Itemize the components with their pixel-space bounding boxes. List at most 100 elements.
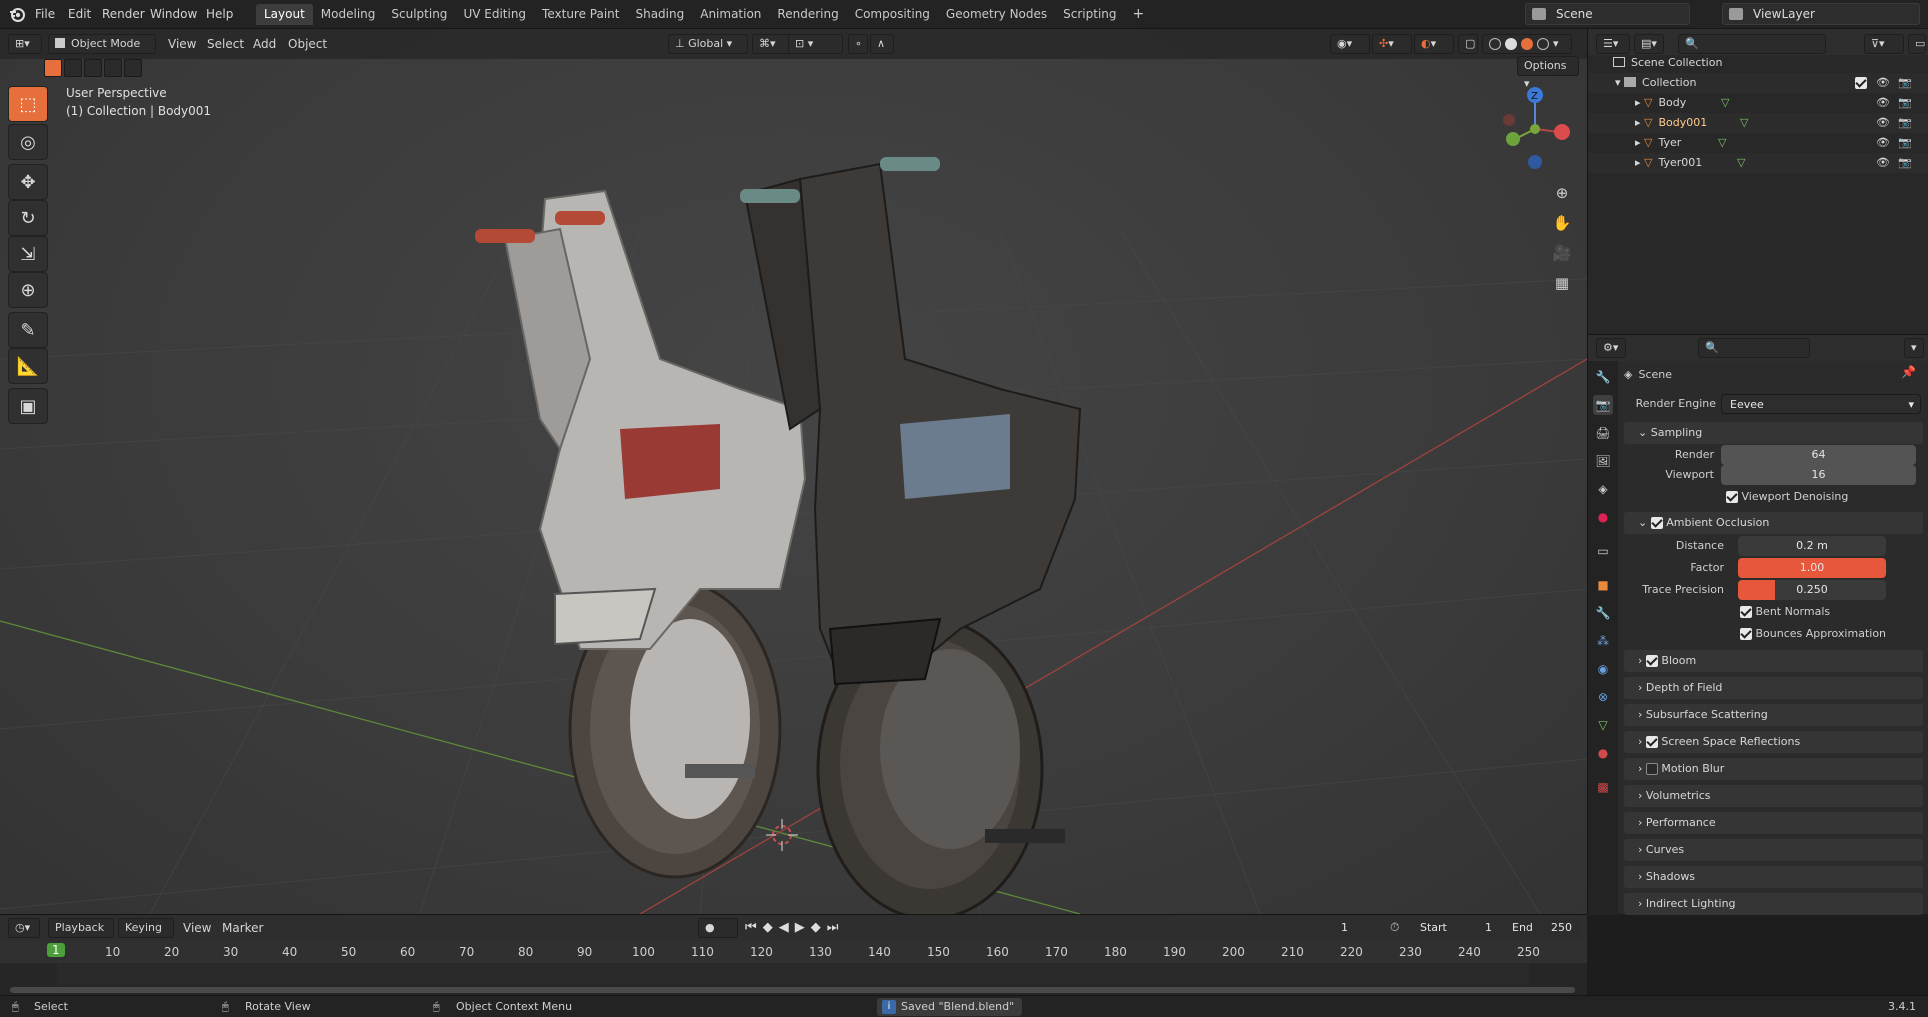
tab-compositing[interactable]: Compositing <box>847 4 938 25</box>
options-button[interactable]: Options ▾ <box>1517 56 1579 90</box>
shadows-panel-header[interactable]: › Shadows <box>1624 866 1923 888</box>
scale-tool-icon[interactable]: ⇲ <box>8 236 48 272</box>
tab-layout[interactable]: Layout <box>256 4 313 25</box>
material-tab-icon[interactable]: ● <box>1593 743 1613 763</box>
frame-ruler[interactable]: 1 10 20 30 40 50 60 70 80 90 100 110 120… <box>0 941 1587 963</box>
volumetrics-panel-header[interactable]: › Volumetrics <box>1624 785 1923 807</box>
indirect-lighting-panel-header[interactable]: › Indirect Lighting <box>1624 893 1923 915</box>
render-camera-icon[interactable]: 📷 <box>1898 93 1912 113</box>
viewport-menu-add[interactable]: Add <box>253 34 276 54</box>
motion-blur-checkbox[interactable] <box>1645 763 1658 775</box>
exclude-checkbox[interactable] <box>1855 77 1867 89</box>
render-camera-icon[interactable]: 📷 <box>1898 113 1912 133</box>
outliner-editor-type-icon[interactable]: ☰▾ <box>1596 34 1630 54</box>
viewport-menu-select[interactable]: Select <box>207 34 244 54</box>
tab-rendering[interactable]: Rendering <box>769 4 846 25</box>
bloom-panel-header[interactable]: › Bloom <box>1624 650 1923 672</box>
timeline-menu-view[interactable]: View <box>183 918 211 938</box>
current-frame-field[interactable]: 1 <box>1307 918 1382 938</box>
outliner-item-tyer001[interactable]: ▸ ▽ Tyer001 ▽ 👁 📷 <box>1588 153 1928 173</box>
properties-options-icon[interactable]: ▾ <box>1904 338 1924 358</box>
measure-tool-icon[interactable]: 📐 <box>8 348 48 384</box>
new-collection-icon[interactable]: ▭ <box>1908 34 1926 54</box>
jump-start-icon[interactable]: ⏮ <box>745 920 757 935</box>
tab-uv-editing[interactable]: UV Editing <box>455 4 534 25</box>
transform-tool-icon[interactable]: ⊕ <box>8 272 48 308</box>
scene-tab-icon[interactable]: ◈ <box>1593 479 1613 499</box>
visibility-eye-icon[interactable]: 👁 <box>1876 153 1890 173</box>
transform-orientation[interactable]: ⊥ Global ▾ <box>668 34 748 54</box>
outliner-item-body[interactable]: ▸ ▽ Body ▽ 👁 📷 <box>1588 93 1928 113</box>
start-frame-field[interactable]: Start 1 <box>1410 918 1500 938</box>
ao-trace-precision-field[interactable]: 0.250 <box>1738 580 1886 600</box>
subsurface-scattering-panel-header[interactable]: › Subsurface Scattering <box>1624 704 1923 726</box>
viewport-menu-view[interactable]: View <box>168 34 196 54</box>
select-new-icon[interactable] <box>44 59 62 77</box>
menu-help[interactable]: Help <box>206 0 233 29</box>
bent-normals-checkbox[interactable]: Bent Normals <box>1740 602 1830 622</box>
view-layer-selector[interactable]: ViewLayer <box>1722 3 1920 25</box>
render-engine-dropdown[interactable]: Eevee ▾ <box>1721 394 1921 414</box>
bounces-approximation-checkbox[interactable]: Bounces Approximation <box>1740 624 1886 644</box>
sampling-panel-header[interactable]: ⌄ Sampling <box>1624 422 1923 444</box>
timeline-menu-marker[interactable]: Marker <box>222 918 263 938</box>
overlays-toggle-icon[interactable]: ◐▾ <box>1414 34 1454 54</box>
play-icon[interactable]: ▶ <box>795 920 805 935</box>
blender-logo-icon[interactable] <box>8 5 26 23</box>
stopwatch-icon[interactable]: ⏱ <box>1390 920 1399 935</box>
cursor-tool-icon[interactable]: ◎ <box>8 124 48 160</box>
menu-render[interactable]: Render <box>102 0 145 29</box>
physics-tab-icon[interactable]: ◉ <box>1593 659 1613 679</box>
pin-icon[interactable]: 📌 <box>1901 365 1916 379</box>
screen-space-reflections-panel-header[interactable]: › Screen Space Reflections <box>1624 731 1923 753</box>
bloom-checkbox[interactable] <box>1645 655 1658 667</box>
object-tab-icon[interactable]: ■ <box>1593 575 1613 595</box>
select-box-tool-icon[interactable]: ⬚ <box>8 86 48 122</box>
viewport-menu-object[interactable]: Object <box>288 34 327 54</box>
outliner-item-tyer[interactable]: ▸ ▽ Tyer ▽ 👁 📷 <box>1588 133 1928 153</box>
navigation-gizmo[interactable]: Z <box>1495 84 1575 174</box>
add-workspace-icon[interactable]: + <box>1125 4 1153 25</box>
render-camera-icon[interactable]: 📷 <box>1898 73 1912 93</box>
rotate-tool-icon[interactable]: ↻ <box>8 200 48 236</box>
mesh-data-tab-icon[interactable]: ▽ <box>1593 715 1613 735</box>
gizmo-toggle-icon[interactable]: ✣▾ <box>1372 34 1412 54</box>
ao-factor-field[interactable]: 1.00 <box>1738 558 1886 578</box>
display-mode-icon[interactable]: ▤▾ <box>1634 34 1664 54</box>
timeline-body[interactable] <box>0 963 1587 996</box>
falloff-icon[interactable]: ∧ <box>870 34 894 54</box>
timeline-scrollbar[interactable] <box>10 987 1575 993</box>
xray-toggle-icon[interactable]: ▢ <box>1458 34 1478 54</box>
annotate-tool-icon[interactable]: ✎ <box>8 312 48 348</box>
ambient-occlusion-panel-header[interactable]: ⌄ Ambient Occlusion <box>1624 512 1923 534</box>
jump-end-icon[interactable]: ⏭ <box>827 920 839 935</box>
visibility-eye-icon[interactable]: 👁 <box>1876 73 1890 93</box>
select-subtract-icon[interactable] <box>84 59 102 77</box>
editor-type-icon[interactable]: ⊞▾ <box>8 34 42 54</box>
visibility-icon[interactable]: ◉▾ <box>1330 34 1370 54</box>
render-camera-icon[interactable]: 📷 <box>1898 153 1912 173</box>
outliner-collection[interactable]: ▾ Collection 👁 📷 <box>1588 73 1928 93</box>
tab-animation[interactable]: Animation <box>692 4 769 25</box>
select-intersect-icon[interactable] <box>124 59 142 77</box>
tab-scripting[interactable]: Scripting <box>1055 4 1124 25</box>
motion-blur-panel-header[interactable]: › Motion Blur <box>1624 758 1923 780</box>
filter-icon[interactable]: ⊽▾ <box>1864 34 1904 54</box>
tab-shading[interactable]: Shading <box>627 4 692 25</box>
render-camera-icon[interactable]: 📷 <box>1898 133 1912 153</box>
playback-menu[interactable]: Playback ▾ <box>48 918 114 952</box>
texture-tab-icon[interactable]: ▩ <box>1593 777 1613 797</box>
pivot-point-icon[interactable]: ⌘▾ <box>752 34 792 54</box>
constraints-tab-icon[interactable]: ⊗ <box>1593 687 1613 707</box>
output-tab-icon[interactable]: 🖨 <box>1593 423 1613 443</box>
view-layer-tab-icon[interactable]: 🖼 <box>1593 451 1613 471</box>
curves-panel-header[interactable]: › Curves <box>1624 839 1923 861</box>
scene-selector[interactable]: Scene <box>1525 3 1690 25</box>
move-tool-icon[interactable]: ✥ <box>8 164 48 200</box>
zoom-icon[interactable]: ⊕ <box>1548 179 1576 207</box>
performance-panel-header[interactable]: › Performance <box>1624 812 1923 834</box>
visibility-eye-icon[interactable]: 👁 <box>1876 113 1890 133</box>
depth-of-field-panel-header[interactable]: › Depth of Field <box>1624 677 1923 699</box>
proportional-edit-icon[interactable]: ∘ <box>848 34 868 54</box>
menu-file[interactable]: File <box>35 0 55 29</box>
